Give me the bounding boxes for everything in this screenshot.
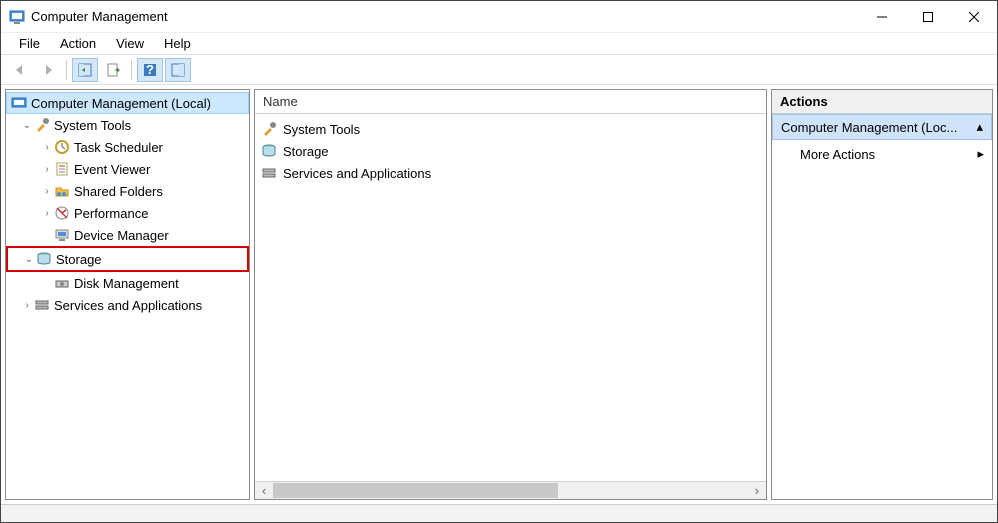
maximize-button[interactable]: [905, 1, 951, 32]
storage-icon: [261, 143, 277, 159]
menu-action[interactable]: Action: [52, 34, 104, 53]
menu-file[interactable]: File: [11, 34, 48, 53]
close-button[interactable]: [951, 1, 997, 32]
storage-highlight: ⌄ Storage: [6, 246, 249, 272]
tree-services-apps-label: Services and Applications: [54, 298, 202, 313]
list-pane: Name System Tools Storage Services and A…: [254, 89, 767, 500]
content-area: Computer Management (Local) ⌄ System Too…: [1, 85, 997, 504]
tree-task-scheduler-label: Task Scheduler: [74, 140, 163, 155]
tree: Computer Management (Local) ⌄ System Too…: [6, 90, 249, 318]
list-body: System Tools Storage Services and Applic…: [255, 114, 766, 481]
actions-pane: Actions Computer Management (Loc... ▴ Mo…: [771, 89, 993, 500]
properties-button[interactable]: [100, 58, 126, 82]
list-header[interactable]: Name: [255, 90, 766, 114]
tree-task-scheduler[interactable]: › Task Scheduler: [6, 136, 249, 158]
tree-performance-label: Performance: [74, 206, 148, 221]
actions-section-label: Computer Management (Loc...: [781, 120, 957, 135]
minimize-button[interactable]: [859, 1, 905, 32]
system-tools-icon: [34, 117, 50, 133]
statusbar: [1, 504, 997, 522]
services-apps-icon: [34, 297, 50, 313]
app-icon: [9, 9, 25, 25]
device-manager-icon: [54, 227, 70, 243]
show-action-pane-button[interactable]: [165, 58, 191, 82]
window-title: Computer Management: [31, 9, 859, 24]
collapse-icon[interactable]: ▴: [976, 119, 983, 135]
system-tools-icon: [261, 121, 277, 137]
actions-title: Actions: [772, 90, 992, 114]
tree-shared-folders[interactable]: › Shared Folders: [6, 180, 249, 202]
tree-system-tools[interactable]: ⌄ System Tools: [6, 114, 249, 136]
expander-icon[interactable]: ›: [40, 208, 54, 219]
tree-storage-label: Storage: [56, 252, 102, 267]
services-apps-icon: [261, 165, 277, 181]
scrollbar-track[interactable]: [273, 482, 748, 499]
tree-root-label: Computer Management (Local): [31, 96, 211, 111]
menu-help[interactable]: Help: [156, 34, 199, 53]
svg-text:?: ?: [146, 62, 154, 77]
storage-icon: [36, 251, 52, 267]
tree-event-viewer[interactable]: › Event Viewer: [6, 158, 249, 180]
computer-management-icon: [11, 95, 27, 111]
tree-shared-folders-label: Shared Folders: [74, 184, 163, 199]
tree-disk-management[interactable]: Disk Management: [6, 272, 249, 294]
event-viewer-icon: [54, 161, 70, 177]
tree-storage[interactable]: ⌄ Storage: [8, 248, 247, 270]
column-name: Name: [263, 94, 298, 109]
scroll-right-icon[interactable]: ›: [748, 482, 766, 499]
menubar: File Action View Help: [1, 33, 997, 55]
submenu-icon: ▸: [977, 146, 984, 162]
tree-disk-management-label: Disk Management: [74, 276, 179, 291]
list-item-label: Storage: [283, 144, 329, 159]
clock-icon: [54, 139, 70, 155]
menu-view[interactable]: View: [108, 34, 152, 53]
show-hide-tree-button[interactable]: [72, 58, 98, 82]
expander-icon[interactable]: ›: [40, 186, 54, 197]
toolbar: ?: [1, 55, 997, 85]
more-actions-label: More Actions: [800, 147, 875, 162]
back-button[interactable]: [7, 58, 33, 82]
tree-pane: Computer Management (Local) ⌄ System Too…: [5, 89, 250, 500]
horizontal-scrollbar[interactable]: ‹ ›: [255, 481, 766, 499]
toolbar-divider: [66, 60, 67, 80]
help-button[interactable]: ?: [137, 58, 163, 82]
expander-icon[interactable]: ›: [40, 142, 54, 153]
expander-icon[interactable]: ›: [40, 164, 54, 175]
scroll-left-icon[interactable]: ‹: [255, 482, 273, 499]
shared-folders-icon: [54, 183, 70, 199]
titlebar: Computer Management: [1, 1, 997, 33]
tree-event-viewer-label: Event Viewer: [74, 162, 150, 177]
list-item-system-tools[interactable]: System Tools: [261, 118, 760, 140]
toolbar-divider-2: [131, 60, 132, 80]
tree-device-manager[interactable]: Device Manager: [6, 224, 249, 246]
scrollbar-thumb[interactable]: [273, 483, 558, 498]
list-item-label: System Tools: [283, 122, 360, 137]
list-item-label: Services and Applications: [283, 166, 431, 181]
disk-management-icon: [54, 275, 70, 291]
expander-icon[interactable]: ⌄: [20, 120, 34, 131]
actions-more-actions[interactable]: More Actions ▸: [772, 140, 992, 168]
performance-icon: [54, 205, 70, 221]
tree-device-manager-label: Device Manager: [74, 228, 169, 243]
tree-services-apps[interactable]: › Services and Applications: [6, 294, 249, 316]
tree-root[interactable]: Computer Management (Local): [6, 92, 249, 114]
forward-button[interactable]: [35, 58, 61, 82]
tree-system-tools-label: System Tools: [54, 118, 131, 133]
window-controls: [859, 1, 997, 32]
list-item-storage[interactable]: Storage: [261, 140, 760, 162]
expander-icon[interactable]: ›: [20, 300, 34, 311]
actions-section-header[interactable]: Computer Management (Loc... ▴: [772, 114, 992, 140]
expander-icon[interactable]: ⌄: [22, 254, 36, 265]
tree-performance[interactable]: › Performance: [6, 202, 249, 224]
list-item-services-apps[interactable]: Services and Applications: [261, 162, 760, 184]
